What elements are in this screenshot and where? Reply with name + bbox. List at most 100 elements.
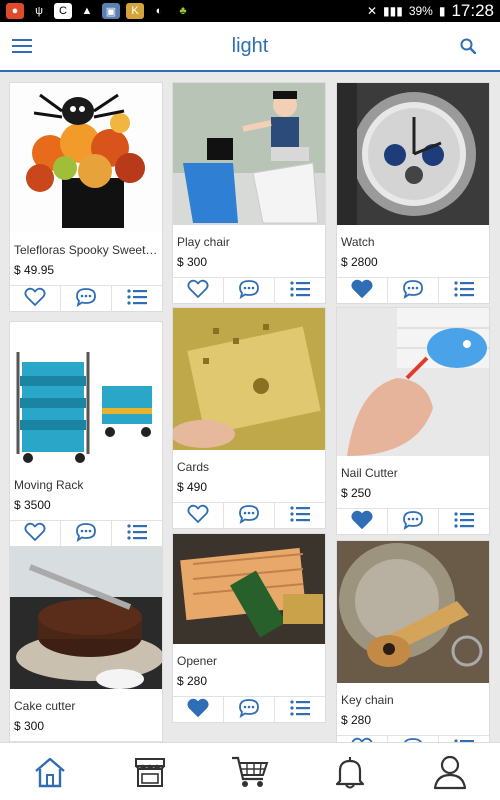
product-card[interactable]: Cake cutter $ 300	[9, 546, 163, 742]
app-notification-icon: ◐	[155, 5, 163, 17]
list-icon	[289, 505, 311, 528]
store-icon	[135, 757, 165, 787]
product-actions	[10, 520, 162, 548]
comment-button[interactable]	[224, 697, 275, 724]
like-button[interactable]	[173, 278, 224, 305]
product-actions	[337, 508, 489, 536]
heart-icon	[187, 279, 209, 304]
list-icon	[126, 288, 148, 311]
search-icon[interactable]	[460, 38, 476, 54]
product-card[interactable]: Telefloras Spooky Sweet Fl... $ 49.95	[9, 82, 163, 313]
comment-button[interactable]	[388, 278, 439, 305]
like-button[interactable]	[10, 521, 61, 548]
product-price: $ 300	[177, 255, 208, 269]
product-price: $ 280	[341, 713, 372, 727]
product-price: $ 280	[177, 674, 208, 688]
details-button[interactable]	[275, 697, 325, 724]
heart-icon	[187, 504, 209, 529]
product-price: $ 300	[14, 719, 45, 733]
product-price: $ 250	[341, 486, 372, 500]
warning-icon: ▲	[81, 5, 93, 17]
product-name[interactable]: Telefloras Spooky Sweet Fl...	[14, 243, 160, 257]
product-name[interactable]: Nail Cutter	[341, 466, 487, 480]
like-button[interactable]	[10, 286, 61, 313]
like-button[interactable]	[173, 697, 224, 724]
product-card[interactable]: Moving Rack $ 3500	[9, 321, 163, 548]
product-name[interactable]: Watch	[341, 235, 487, 249]
details-button[interactable]	[112, 521, 162, 548]
app-notification-icon: C	[54, 3, 72, 19]
signal-icon: ▮▮▮	[383, 4, 403, 18]
bell-icon	[335, 756, 365, 788]
product-image[interactable]	[337, 541, 489, 683]
product-card[interactable]: Play chair $ 300	[172, 82, 326, 305]
heart-icon	[351, 279, 373, 304]
product-name[interactable]: Opener	[177, 654, 323, 668]
product-card[interactable]: Opener $ 280	[172, 533, 326, 724]
product-name[interactable]: Moving Rack	[14, 478, 160, 492]
product-actions	[173, 696, 325, 724]
product-name[interactable]: Play chair	[177, 235, 323, 249]
product-actions	[337, 277, 489, 305]
profile-icon	[433, 755, 467, 789]
product-image[interactable]	[173, 534, 325, 644]
list-icon	[289, 699, 311, 722]
photo-icon: ▣	[102, 3, 120, 19]
product-image[interactable]	[10, 547, 162, 689]
list-icon	[126, 523, 148, 546]
system-icons: ✕ ▮▮▮ 39% ▮ 17:28	[367, 1, 494, 21]
details-button[interactable]	[439, 278, 489, 305]
nav-notifications[interactable]	[300, 743, 400, 800]
details-button[interactable]	[275, 503, 325, 530]
like-button[interactable]	[337, 509, 388, 536]
product-price: $ 3500	[14, 498, 51, 512]
usb-icon: ψ	[35, 5, 43, 17]
status-bar: ● ψ C ▲ ▣ K ◐ ♣ ✕ ▮▮▮ 39% ▮ 17:28	[0, 0, 500, 22]
battery-icon: ▮	[438, 4, 446, 18]
like-button[interactable]	[173, 503, 224, 530]
nav-home[interactable]	[0, 743, 100, 800]
comment-icon	[75, 287, 97, 312]
comment-icon	[238, 698, 260, 723]
product-grid: Telefloras Spooky Sweet Fl... $ 49.95 Pl…	[0, 74, 500, 742]
comment-icon	[402, 279, 424, 304]
app-notification-icon: K	[126, 3, 144, 19]
product-card[interactable]: Key chain $ 280	[336, 540, 490, 742]
like-button[interactable]	[337, 278, 388, 305]
page-title: light	[231, 35, 269, 57]
bottom-nav	[0, 742, 500, 800]
nav-store[interactable]	[100, 743, 200, 800]
heart-icon	[24, 287, 46, 312]
product-card[interactable]: Watch $ 2800	[336, 82, 490, 305]
product-name[interactable]: Cake cutter	[14, 699, 160, 713]
product-image[interactable]	[337, 308, 489, 456]
comment-button[interactable]	[61, 286, 112, 313]
product-image[interactable]	[10, 322, 162, 468]
comment-icon	[402, 510, 424, 535]
product-card[interactable]: Nail Cutter $ 250	[336, 307, 490, 536]
app-notification-icon: ●	[6, 3, 24, 19]
product-name[interactable]: Key chain	[341, 693, 487, 707]
cart-icon	[232, 756, 269, 787]
nav-profile[interactable]	[400, 743, 500, 800]
product-image[interactable]	[10, 83, 162, 233]
comment-button[interactable]	[388, 509, 439, 536]
product-image[interactable]	[173, 308, 325, 450]
details-button[interactable]	[275, 278, 325, 305]
comment-icon	[75, 522, 97, 547]
product-name[interactable]: Cards	[177, 460, 323, 474]
product-actions	[10, 285, 162, 313]
list-icon	[289, 280, 311, 303]
android-icon: ♣	[179, 5, 187, 17]
details-button[interactable]	[112, 286, 162, 313]
comment-button[interactable]	[224, 503, 275, 530]
comment-button[interactable]	[224, 278, 275, 305]
product-card[interactable]: Cards $ 490	[172, 307, 326, 530]
product-image[interactable]	[337, 83, 489, 225]
home-icon	[35, 757, 65, 787]
nav-cart[interactable]	[200, 743, 300, 800]
battery-percent: 39%	[408, 4, 433, 18]
details-button[interactable]	[439, 509, 489, 536]
product-image[interactable]	[173, 83, 325, 225]
comment-button[interactable]	[61, 521, 112, 548]
